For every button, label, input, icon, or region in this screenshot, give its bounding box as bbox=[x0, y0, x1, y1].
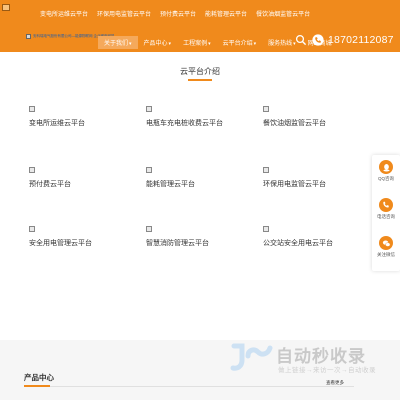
nav-item-cases[interactable]: 工程案例▾ bbox=[177, 38, 217, 49]
hotline: 18702112087 bbox=[312, 34, 394, 46]
platform-label: 餐饮油烟监管云平台 bbox=[263, 120, 326, 127]
broken-image-icon bbox=[146, 106, 152, 112]
platform-label: 公交站安全用电云平台 bbox=[263, 240, 333, 247]
platform-card[interactable]: 电瓶车充电桩收费云平台 bbox=[146, 106, 256, 128]
broken-image-icon bbox=[26, 33, 31, 39]
nav-item-cloud[interactable]: 云平台介绍▾ bbox=[217, 38, 263, 49]
top-link[interactable]: 能耗管理云平台 bbox=[205, 9, 247, 18]
title-underline bbox=[188, 79, 212, 81]
top-link[interactable]: 环保用电监管云平台 bbox=[97, 9, 151, 18]
qq-icon bbox=[379, 160, 393, 174]
platform-label: 电瓶车充电桩收费云平台 bbox=[146, 120, 223, 127]
platform-label: 预付费云平台 bbox=[29, 181, 71, 188]
search-icon[interactable] bbox=[295, 34, 307, 46]
nav-item-about[interactable]: 关于我们▾ bbox=[98, 36, 138, 49]
broken-image-icon bbox=[2, 4, 10, 11]
platform-label: 智慧消防管理云平台 bbox=[146, 240, 209, 247]
floating-contact-bar: QQ咨询 电话咨询 关注微信 bbox=[372, 155, 400, 271]
chevron-down-icon: ▾ bbox=[253, 41, 257, 47]
watermark: 自动秒收录 做上链接→来访一次→自动收录 bbox=[230, 340, 390, 384]
chevron-down-icon: ▾ bbox=[168, 41, 172, 47]
nav-label: 服务热线 bbox=[268, 41, 293, 47]
platform-card[interactable]: 变电所运维云平台 bbox=[29, 106, 139, 128]
platform-label: 能耗管理云平台 bbox=[146, 181, 195, 188]
chevron-down-icon: ▾ bbox=[208, 41, 211, 47]
nav-label: 关于我们 bbox=[104, 41, 129, 47]
title-underline bbox=[24, 385, 50, 387]
top-links: 变电所运维云平台 环保用电监管云平台 预付费云平台 能耗管理云平台 餐饮油烟监管… bbox=[40, 9, 310, 18]
phone-consult-button[interactable]: 电话咨询 bbox=[372, 195, 400, 229]
platform-card[interactable]: 环保用电监管云平台 bbox=[263, 167, 373, 189]
nav-label: 工程案例 bbox=[183, 41, 208, 47]
watermark-subtitle: 做上链接→来访一次→自动收录 bbox=[278, 367, 376, 374]
top-bar: 变电所运维云平台 环保用电监管云平台 预付费云平台 能耗管理云平台 餐饮油烟监管… bbox=[0, 0, 400, 28]
float-label: QQ咨询 bbox=[377, 176, 394, 181]
broken-image-icon bbox=[263, 106, 269, 112]
nav-item-products[interactable]: 产品中心▾ bbox=[138, 38, 178, 49]
nav-label: 产品中心 bbox=[143, 41, 168, 47]
nav-label: 云平台介绍 bbox=[222, 41, 253, 47]
top-link[interactable]: 变电所运维云平台 bbox=[40, 9, 88, 18]
broken-image-icon bbox=[263, 226, 269, 232]
broken-image-icon bbox=[146, 167, 152, 173]
chevron-down-icon: ▾ bbox=[129, 41, 132, 47]
phone-number[interactable]: 18702112087 bbox=[328, 34, 394, 46]
broken-image-icon bbox=[29, 167, 35, 173]
phone-icon bbox=[379, 198, 393, 212]
platform-card[interactable]: 能耗管理云平台 bbox=[146, 167, 256, 189]
platform-card[interactable]: 餐饮油烟监管云平台 bbox=[263, 106, 373, 128]
platform-label: 安全用电管理云平台 bbox=[29, 240, 92, 247]
broken-image-icon bbox=[146, 226, 152, 232]
platform-card[interactable]: 智慧消防管理云平台 bbox=[146, 226, 256, 248]
platform-card[interactable]: 安全用电管理云平台 bbox=[29, 226, 139, 248]
platform-label: 变电所运维云平台 bbox=[29, 120, 85, 127]
broken-image-icon bbox=[263, 167, 269, 173]
platform-card[interactable]: 公交站安全用电云平台 bbox=[263, 226, 373, 248]
section-title: 云平台介绍 bbox=[180, 67, 220, 76]
platform-label: 环保用电监管云平台 bbox=[263, 181, 326, 188]
products-title: 产品中心 bbox=[24, 373, 54, 382]
top-link[interactable]: 预付费云平台 bbox=[160, 9, 196, 18]
float-label: 关注微信 bbox=[377, 252, 395, 257]
phone-icon bbox=[312, 34, 324, 46]
platform-card[interactable]: 预付费云平台 bbox=[29, 167, 139, 189]
divider bbox=[24, 386, 354, 387]
main-nav-bar: 安科瑞电气股份有限公司—能源物联网 企业微电网能效管理 关于我们▾ 产品中心▾ … bbox=[0, 28, 400, 52]
view-more-link[interactable]: 查看更多 bbox=[326, 380, 344, 386]
broken-image-icon bbox=[29, 226, 35, 232]
qq-consult-button[interactable]: QQ咨询 bbox=[372, 157, 400, 191]
broken-image-icon bbox=[29, 106, 35, 112]
watermark-logo-icon bbox=[230, 343, 273, 371]
top-link[interactable]: 餐饮油烟监管云平台 bbox=[256, 9, 310, 18]
wechat-icon bbox=[379, 236, 393, 250]
float-label: 电话咨询 bbox=[377, 214, 395, 219]
wechat-follow-button[interactable]: 关注微信 bbox=[372, 233, 400, 267]
